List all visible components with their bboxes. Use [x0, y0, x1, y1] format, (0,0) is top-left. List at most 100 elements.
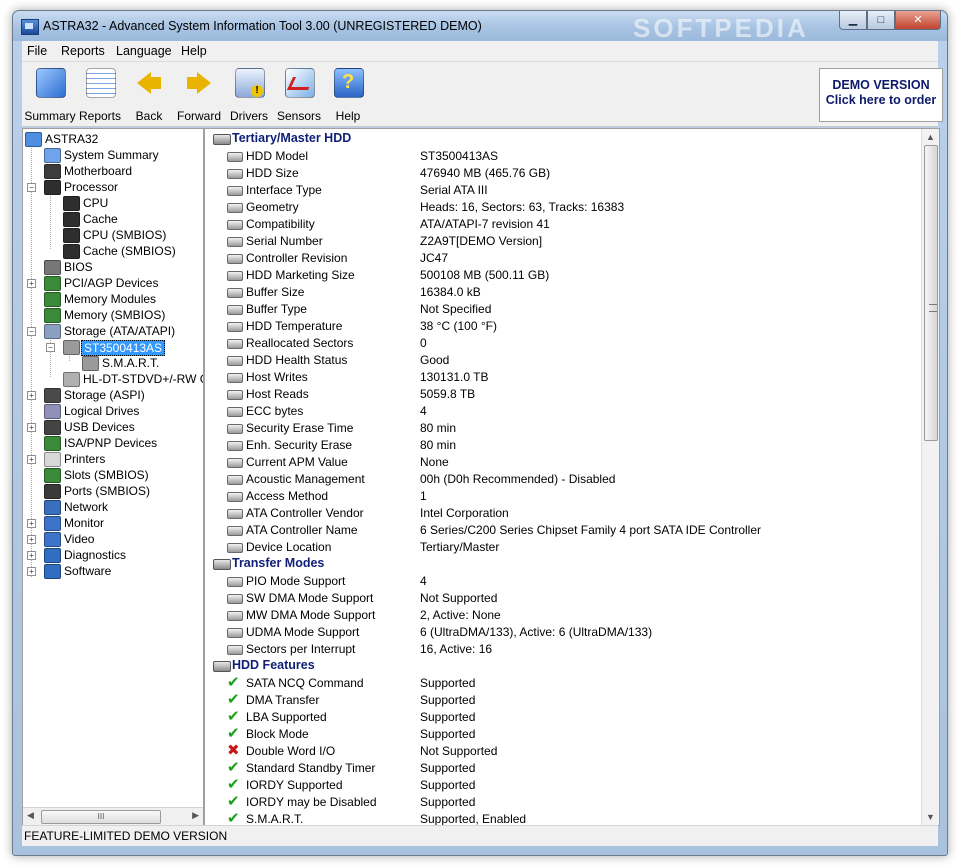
network-icon: [44, 500, 61, 515]
property-value: 4: [420, 404, 427, 418]
property-row: HDD Marketing Size 500108 MB (500.11 GB): [227, 267, 917, 284]
tree-scroll-thumb[interactable]: III: [41, 810, 161, 824]
tree-item-label: Monitor: [64, 516, 105, 530]
tree-item-label: Storage (ASPI): [64, 388, 145, 402]
tree-item-label: ISA/PNP Devices: [64, 436, 158, 450]
property-row: ✔ SATA NCQ Command Supported: [227, 674, 917, 692]
menu-language[interactable]: Language: [116, 44, 172, 58]
collapse-icon[interactable]: −: [46, 343, 55, 352]
slot-icon: [44, 468, 61, 483]
property-name: S.M.A.R.T.: [246, 812, 304, 826]
property-row: ✔ S.M.A.R.T. Supported, Enabled: [227, 810, 917, 826]
collapse-icon[interactable]: −: [27, 327, 36, 336]
hdd-icon: [227, 254, 243, 264]
expand-icon[interactable]: +: [27, 455, 36, 464]
hdd-icon: [227, 492, 243, 502]
property-value: 6 Series/C200 Series Chipset Family 4 po…: [420, 523, 762, 537]
close-button[interactable]: ✕: [895, 11, 941, 30]
menu-reports[interactable]: Reports: [61, 44, 105, 58]
tree-item-label: Cache (SMBIOS): [83, 244, 176, 258]
tree-horizontal-scrollbar[interactable]: ◀ III ▶: [23, 807, 203, 825]
scroll-left-icon[interactable]: ◀: [27, 810, 34, 821]
hdd-icon: [227, 322, 243, 332]
property-name: MW DMA Mode Support: [246, 608, 376, 622]
card-icon: [44, 436, 61, 451]
hdd-icon: [227, 220, 243, 230]
demo-order-button[interactable]: DEMO VERSION Click here to order: [819, 68, 943, 122]
help-icon: [334, 68, 364, 98]
property-name: Standard Standby Timer: [246, 761, 376, 775]
menu-help[interactable]: Help: [181, 44, 207, 58]
hdd-icon: [213, 559, 231, 570]
details-vertical-scrollbar[interactable]: ▲ ▼: [921, 129, 939, 825]
order-link[interactable]: Click here to order: [820, 93, 942, 107]
property-name: IORDY Supported: [246, 778, 343, 792]
property-value: 0: [420, 336, 427, 350]
storage-icon: [44, 388, 61, 403]
scroll-down-icon[interactable]: ▼: [926, 812, 935, 822]
expand-icon[interactable]: +: [27, 535, 36, 544]
hdd-icon: [227, 169, 243, 179]
hdd-icon: [227, 475, 243, 485]
property-row: ✔ Standard Standby Timer Supported: [227, 759, 917, 777]
collapse-icon[interactable]: −: [27, 183, 36, 192]
tree-item-label: Storage (ATA/ATAPI): [64, 324, 176, 338]
property-value: 80 min: [420, 421, 457, 435]
tree-item-label: ASTRA32: [45, 132, 99, 146]
details-scroll-thumb[interactable]: [924, 145, 938, 441]
summary-icon: [44, 148, 61, 163]
drivers-button[interactable]: Drivers: [225, 66, 273, 124]
back-button[interactable]: Back: [125, 66, 173, 124]
property-value: Supported: [420, 761, 476, 775]
hdd-icon: [213, 134, 231, 145]
tree-item-label: ST3500413AS: [81, 340, 166, 356]
property-value: Not Supported: [420, 591, 498, 605]
title-bar[interactable]: ASTRA32 - Advanced System Information To…: [13, 11, 947, 43]
expand-icon[interactable]: +: [27, 423, 36, 432]
expand-icon[interactable]: +: [27, 519, 36, 528]
property-value: Heads: 16, Sectors: 63, Tracks: 16383: [420, 200, 625, 214]
video-icon: [44, 532, 61, 547]
scroll-up-icon[interactable]: ▲: [926, 132, 935, 142]
expand-icon[interactable]: +: [27, 551, 36, 560]
scroll-right-icon[interactable]: ▶: [192, 810, 199, 821]
property-value: 6 (UltraDMA/133), Active: 6 (UltraDMA/13…: [420, 625, 653, 639]
property-value: Supported: [420, 727, 476, 741]
help-label: Help: [335, 109, 361, 123]
hdd-icon: [227, 424, 243, 434]
menu-file[interactable]: File: [27, 44, 47, 58]
summary-button[interactable]: Summary: [24, 66, 76, 124]
property-value: Supported: [420, 795, 476, 809]
property-value: 16384.0 kB: [420, 285, 481, 299]
property-value: JC47: [420, 251, 449, 265]
reports-button[interactable]: Reports: [76, 66, 124, 124]
tree-item-label: Software: [64, 564, 112, 578]
help-button[interactable]: Help: [324, 66, 372, 124]
chip-icon: [44, 180, 61, 195]
minimize-button[interactable]: ▁: [839, 11, 867, 30]
property-row: MW DMA Mode Support 2, Active: None: [227, 607, 917, 624]
property-value: Supported, Enabled: [420, 812, 527, 826]
property-row: Current APM Value None: [227, 454, 917, 471]
check-icon: ✔: [227, 674, 240, 691]
property-row: Device Location Tertiary/Master: [227, 539, 917, 556]
expand-icon[interactable]: +: [27, 279, 36, 288]
property-value: 5059.8 TB: [420, 387, 476, 401]
hdd-icon: [227, 237, 243, 247]
expand-icon[interactable]: +: [27, 567, 36, 576]
tree-item-label: Diagnostics: [64, 548, 127, 562]
forward-button[interactable]: Forward: [175, 66, 223, 124]
window-controls: ▁ □ ✕: [839, 11, 941, 31]
property-value: 476940 MB (465.76 GB): [420, 166, 551, 180]
hdd-icon: [227, 594, 243, 604]
property-value: Tertiary/Master: [420, 540, 500, 554]
property-value: Supported: [420, 693, 476, 707]
property-row: ATA Controller Vendor Intel Corporation: [227, 505, 917, 522]
property-name: Reallocated Sectors: [246, 336, 354, 350]
expand-icon[interactable]: +: [27, 391, 36, 400]
storage-icon: [44, 324, 61, 339]
sensors-button[interactable]: Sensors: [275, 66, 323, 124]
maximize-button[interactable]: □: [867, 11, 895, 30]
chip-icon: [63, 228, 80, 243]
navigation-tree: ASTRA32 System Summary Motherboard Processo…: [22, 128, 204, 826]
